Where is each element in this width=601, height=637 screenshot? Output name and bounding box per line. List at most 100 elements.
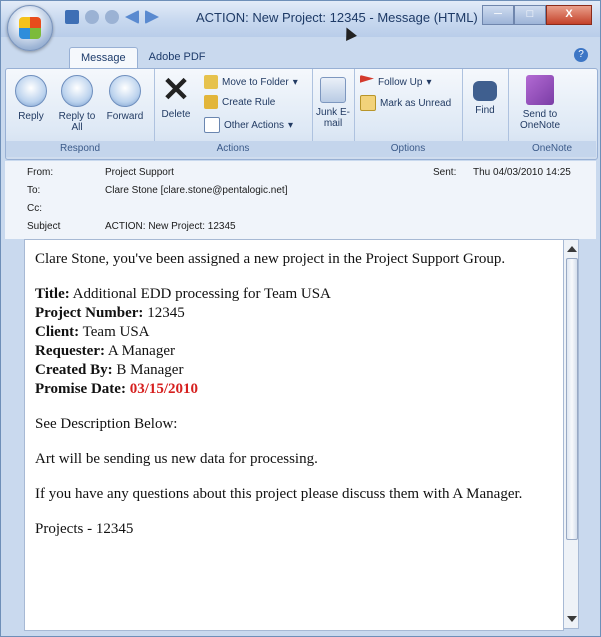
mark-as-unread-button[interactable]: Mark as Unread (360, 95, 451, 111)
save-icon[interactable] (65, 10, 79, 24)
document-icon (204, 117, 220, 133)
delete-x-icon: ✕ (161, 71, 191, 109)
promise-date-field: Promise Date: 03/15/2010 (35, 380, 545, 399)
group-label-onenote: OneNote (508, 141, 596, 157)
office-button[interactable] (7, 5, 53, 51)
group-actions: ✕ Delete Move to Folder ▾ Create Rule Ot… (154, 69, 313, 157)
delete-button[interactable]: ✕ Delete (156, 71, 196, 120)
mouse-cursor-icon (341, 25, 357, 41)
follow-up-button[interactable]: Follow Up ▾ (360, 75, 432, 89)
reply-icon (15, 75, 47, 107)
group-label-actions: Actions (154, 141, 312, 157)
reply-label: Reply (18, 111, 44, 122)
reply-all-label: Reply to All (58, 111, 96, 133)
find-button[interactable]: Find (462, 75, 508, 116)
project-number-field: Project Number: 12345 (35, 304, 545, 323)
create-rule-button[interactable]: Create Rule (204, 95, 275, 109)
reply-button[interactable]: Reply (8, 75, 54, 122)
scroll-thumb[interactable] (566, 258, 578, 540)
group-junk: Junk E-mail (312, 69, 355, 157)
reply-all-button[interactable]: Reply to All (54, 75, 100, 133)
help-icon[interactable]: ? (574, 48, 588, 62)
quick-access-toolbar (65, 10, 159, 24)
message-headers: From: Project Support Sent: Thu 04/03/20… (5, 161, 596, 239)
junk-email-button[interactable]: Junk E-mail (312, 75, 354, 129)
sent-value: Thu 04/03/2010 14:25 (473, 167, 571, 178)
ribbon-tabs: Message Adobe PDF (69, 47, 217, 68)
to-value[interactable]: Clare Stone [clare.stone@pentalogic.net] (105, 185, 287, 196)
title-bar: ACTION: New Project: 12345 - Message (HT… (1, 1, 600, 41)
onenote-icon (526, 75, 554, 105)
create-rule-label: Create Rule (222, 96, 276, 108)
subject-row: Subject ACTION: New Project: 12345 (5, 221, 596, 235)
maximize-button[interactable]: □ (514, 5, 546, 25)
redo-icon[interactable] (105, 10, 119, 24)
client-value: Team USA (82, 324, 150, 340)
group-options: Follow Up ▾ Mark as Unread Options (354, 69, 463, 157)
move-to-folder-button[interactable]: Move to Folder ▾ (204, 75, 298, 89)
group-label-find (462, 141, 508, 157)
rule-icon (204, 95, 218, 109)
tab-message[interactable]: Message (69, 47, 138, 68)
delete-label: Delete (161, 109, 191, 120)
undo-icon[interactable] (85, 10, 99, 24)
message-body[interactable]: Clare Stone, you've been assigned a new … (24, 239, 564, 631)
group-label-options: Options (354, 141, 462, 157)
title-value: Additional EDD processing for Team USA (72, 286, 331, 302)
group-label-respond: Respond (6, 141, 154, 157)
requester-label: Requester: (35, 343, 105, 359)
cc-row: Cc: (5, 203, 596, 217)
scroll-up-arrow-icon[interactable] (567, 246, 577, 252)
send-to-onenote-button[interactable]: Send to OneNote (516, 75, 564, 131)
created-by-value: B Manager (116, 362, 184, 378)
window-controls: ─ □ X (482, 5, 592, 25)
cc-label: Cc: (27, 203, 42, 214)
chevron-down-icon: ▾ (426, 76, 432, 88)
junk-icon (320, 77, 346, 103)
intro-paragraph: Clare Stone, you've been assigned a new … (35, 251, 506, 267)
follow-up-label: Follow Up (378, 76, 423, 88)
vertical-scrollbar[interactable] (563, 239, 579, 629)
see-description-text: See Description Below: (35, 416, 178, 432)
requester-field: Requester: A Manager (35, 342, 545, 361)
group-respond: Reply Reply to All Forward Respond (6, 69, 155, 157)
forward-icon (109, 75, 141, 107)
from-value[interactable]: Project Support (105, 167, 174, 178)
subject-label: Subject (27, 221, 61, 232)
group-label-junk (312, 141, 354, 157)
from-row: From: Project Support Sent: Thu 04/03/20… (5, 167, 596, 181)
forward-label: Forward (106, 111, 144, 122)
title-label: Title: (35, 286, 70, 302)
forward-button[interactable]: Forward (102, 75, 148, 122)
send-to-onenote-label: Send to OneNote (519, 109, 561, 131)
client-field: Client: Team USA (35, 323, 545, 342)
requester-value: A Manager (107, 343, 175, 359)
promise-date-value: 03/15/2010 (129, 381, 199, 397)
to-row: To: Clare Stone [clare.stone@pentalogic.… (5, 185, 596, 199)
sent-label: Sent: (433, 167, 457, 178)
reply-all-icon (61, 75, 93, 107)
scroll-down-arrow-icon[interactable] (567, 616, 577, 622)
promise-date-label: Promise Date: (35, 381, 126, 397)
ribbon: Reply Reply to All Forward Respond ✕ Del… (5, 68, 598, 160)
created-by-field: Created By: B Manager (35, 361, 545, 380)
group-onenote: Send to OneNote OneNote (508, 69, 596, 157)
other-actions-button[interactable]: Other Actions ▾ (204, 117, 293, 133)
project-number-label: Project Number: (35, 305, 144, 321)
created-by-label: Created By: (35, 362, 113, 378)
questions-text: If you have any questions about this pro… (35, 486, 523, 502)
next-item-icon[interactable] (145, 10, 159, 24)
from-label: From: (27, 167, 54, 178)
junk-email-label: Junk E-mail (316, 107, 350, 129)
close-button[interactable]: X (546, 5, 592, 25)
minimize-button[interactable]: ─ (482, 5, 514, 25)
project-number-value: 12345 (147, 305, 185, 321)
find-label: Find (475, 105, 495, 116)
group-find: Find (462, 69, 509, 157)
chevron-down-icon: ▾ (292, 76, 298, 88)
tab-adobe-pdf[interactable]: Adobe PDF (138, 47, 217, 68)
folder-icon (204, 75, 218, 89)
previous-item-icon[interactable] (125, 10, 139, 24)
office-logo-icon (19, 17, 41, 39)
description-text: Art will be sending us new data for proc… (35, 451, 318, 467)
